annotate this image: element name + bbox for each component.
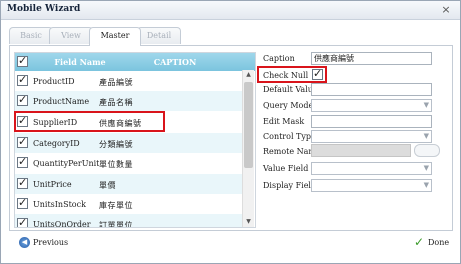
scroll-thumb[interactable] [244, 82, 253, 168]
tab-view[interactable]: View [49, 27, 93, 44]
row-checkbox[interactable] [17, 155, 28, 168]
field-name-cell: UnitsOnOrder [33, 220, 91, 228]
row-checkbox[interactable] [17, 135, 28, 148]
scroll-down-arrow-icon[interactable]: ▼ [243, 217, 254, 227]
value-field-label: Value Field [263, 164, 309, 173]
tab-master[interactable]: Master [89, 27, 141, 46]
table-row[interactable]: SupplierID 供應商編號 [15, 112, 243, 132]
tab-basic[interactable]: Basic [9, 27, 53, 44]
chevron-down-icon: ▼ [423, 132, 429, 140]
display-field-select[interactable]: ▼ [311, 179, 432, 192]
row-checkbox[interactable] [17, 196, 28, 209]
field-grid: Field Name CAPTION ProductID 產品編號 Produc… [14, 52, 256, 228]
caption-cell: 單位數量 [99, 160, 133, 169]
done-button[interactable]: Done [428, 238, 449, 247]
column-header-caption: CAPTION [153, 57, 197, 67]
field-name-cell: SupplierID [33, 118, 78, 127]
table-row[interactable]: QuantityPerUnit 單位數量 [15, 153, 243, 173]
tab-detail[interactable]: Detail [137, 27, 181, 44]
caption-label: Caption [263, 54, 295, 63]
scroll-up-arrow-icon[interactable]: ▲ [243, 70, 254, 80]
caption-cell: 訂單單位 [99, 221, 133, 228]
remote-name-field [311, 144, 411, 157]
edit-mask-label: Edit Mask [263, 117, 305, 126]
caption-field[interactable]: 供應商編號 [311, 52, 432, 65]
grid-scrollbar[interactable]: ▲ ▼ [242, 70, 254, 227]
row-checkbox[interactable] [17, 93, 28, 106]
previous-button[interactable]: Previous [33, 238, 68, 247]
caption-cell: 供應商編號 [99, 119, 142, 128]
previous-arrow-icon[interactable]: ◀ [19, 237, 30, 248]
row-checkbox[interactable] [17, 114, 28, 127]
done-check-icon[interactable]: ✓ [414, 235, 424, 249]
check-null-checkbox[interactable] [312, 67, 323, 80]
caption-cell: 產品編號 [99, 78, 133, 87]
table-row[interactable]: ProductName 產品名稱 [15, 91, 243, 111]
chevron-down-icon: ▼ [423, 181, 429, 189]
field-name-cell: ProductID [33, 77, 75, 86]
display-field-label: Display Field [263, 181, 317, 190]
check-null-label: Check Null [263, 71, 309, 80]
query-mode-label: Query Mode [263, 101, 314, 110]
table-row[interactable]: CategoryID 分類編號 [15, 133, 243, 153]
control-type-select[interactable]: ▼ [311, 130, 432, 143]
field-name-cell: UnitPrice [33, 180, 72, 189]
row-checkbox[interactable] [17, 216, 28, 227]
value-field-select[interactable]: ▼ [311, 162, 432, 175]
row-checkbox[interactable] [17, 73, 28, 86]
mobile-wizard-window: Mobile Wizard × Basic View Master Detail… [0, 0, 461, 264]
window-title: Mobile Wizard [7, 4, 81, 14]
close-icon[interactable]: × [440, 4, 452, 16]
caption-cell: 分類編號 [99, 140, 133, 149]
row-checkbox[interactable] [17, 176, 28, 189]
caption-cell: 單價 [99, 181, 116, 190]
table-row[interactable]: UnitsInStock 庫存單位 [15, 194, 243, 214]
table-row[interactable]: UnitPrice 單價 [15, 174, 243, 194]
default-value-label: Default Value [263, 85, 318, 94]
edit-mask-field[interactable] [311, 115, 432, 128]
table-row[interactable]: ProductID 產品編號 [15, 71, 243, 91]
grid-header: Field Name CAPTION [15, 53, 255, 71]
field-name-cell: ProductName [33, 97, 90, 106]
field-name-cell: UnitsInStock [33, 200, 86, 209]
control-type-label: Control Type [263, 132, 316, 141]
remote-name-button[interactable] [414, 144, 440, 157]
field-name-cell: QuantityPerUnit [33, 159, 100, 168]
title-bar: Mobile Wizard × [1, 1, 460, 20]
default-value-field[interactable] [311, 83, 432, 96]
field-name-cell: CategoryID [33, 139, 80, 148]
chevron-down-icon: ▼ [423, 164, 429, 172]
chevron-down-icon: ▼ [423, 101, 429, 109]
caption-cell: 產品名稱 [99, 98, 133, 107]
query-mode-select[interactable]: ▼ [311, 99, 432, 112]
table-row[interactable]: UnitsOnOrder 訂單單位 [15, 214, 243, 228]
caption-cell: 庫存單位 [99, 201, 133, 210]
select-all-checkbox[interactable] [17, 54, 28, 67]
column-header-field-name: Field Name [54, 57, 106, 67]
